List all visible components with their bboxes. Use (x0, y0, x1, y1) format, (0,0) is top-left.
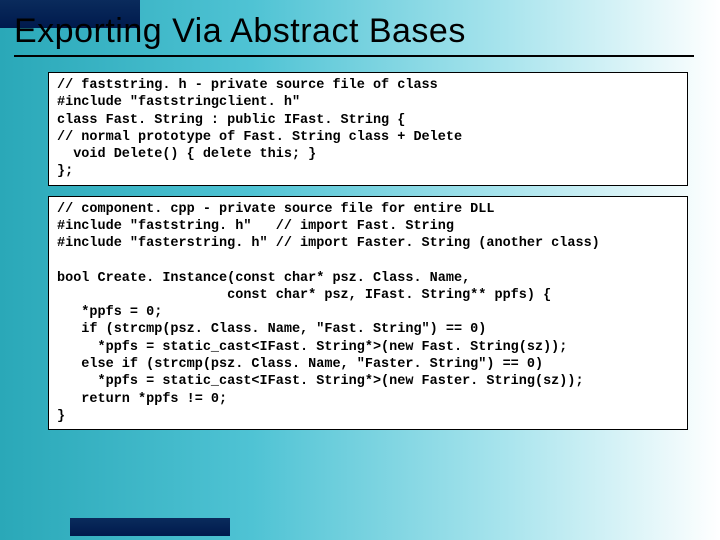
slide-content: // faststring. h - private source file o… (48, 72, 688, 440)
code-block-faststring-h: // faststring. h - private source file o… (48, 72, 688, 186)
bottom-accent-bar (70, 518, 230, 536)
code-block-component-cpp: // component. cpp - private source file … (48, 196, 688, 430)
slide-title: Exporting Via Abstract Bases (14, 12, 694, 57)
